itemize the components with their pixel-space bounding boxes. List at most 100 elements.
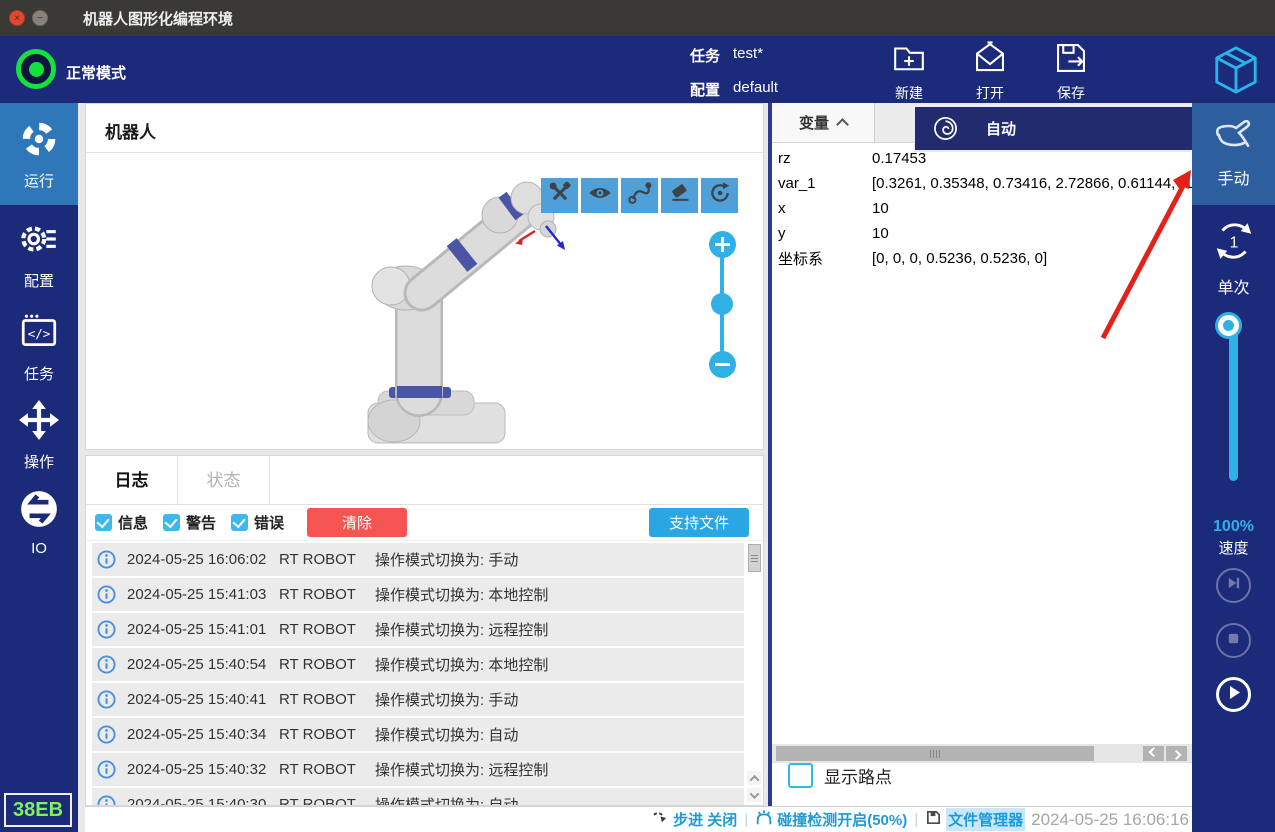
scroll-down-icon[interactable] <box>747 788 761 802</box>
mode-label: 正常模式 <box>66 62 126 83</box>
show-waypoints-label: 显示路点 <box>824 763 892 788</box>
hscrollbar-thumb[interactable] <box>776 746 1094 761</box>
app-logo-cube-icon <box>1212 45 1260 100</box>
log-time: 2024-05-25 15:41:01 <box>127 621 279 638</box>
info-checkbox-label: 信息 <box>118 512 148 533</box>
info-icon <box>97 690 116 709</box>
variable-row[interactable]: 坐标系 [0, 0, 0, 0.5236, 0.5236, 0] <box>772 246 1192 271</box>
header: 正常模式 任务 test* 配置 default 新建 <box>0 36 1275 103</box>
manual-mode-button[interactable]: 手动 <box>1192 103 1275 205</box>
close-window-icon[interactable]: × <box>9 10 25 26</box>
show-waypoints-row: 显示路点 <box>788 763 892 788</box>
tab-status[interactable]: 状态 <box>178 456 270 504</box>
tools-button[interactable] <box>541 178 578 213</box>
variables-list: rz 0.17453 var_1 [0.3261, 0.35348, 0.734… <box>772 143 1192 271</box>
sidebar-item-io[interactable]: IO <box>0 483 78 561</box>
svg-text:</>: </> <box>28 325 51 340</box>
scroll-right-icon[interactable] <box>1166 746 1187 761</box>
open-button[interactable]: 打开 <box>965 39 1015 103</box>
variable-value: [0, 0, 0, 0.5236, 0.5236, 0] <box>872 250 1047 267</box>
log-source: RT ROBOT <box>279 621 375 638</box>
eraser-icon <box>667 180 693 211</box>
log-time: 2024-05-25 15:40:34 <box>127 726 279 743</box>
new-button[interactable]: 新建 <box>884 39 934 103</box>
speed-label: 速度 <box>1192 537 1275 558</box>
speed-slider-track[interactable] <box>1229 325 1238 481</box>
log-panel: 日志 状态 信息 警告 错误 清除 支持文件 2024-05-25 16:06:… <box>85 455 764 806</box>
skip-next-icon <box>1226 575 1241 596</box>
move-arrows-icon <box>18 399 60 446</box>
task-value: test* <box>733 45 763 66</box>
info-checkbox[interactable] <box>95 514 112 531</box>
sidebar-item-task[interactable]: </> 任务 <box>0 308 78 386</box>
sidebar-item-run[interactable]: 运行 <box>0 103 78 205</box>
variable-row[interactable]: var_1 [0.3261, 0.35348, 0.73416, 2.72866… <box>772 171 1192 196</box>
io-swap-icon <box>18 488 60 535</box>
scroll-left-icon[interactable] <box>1143 746 1164 761</box>
step-status-label: 步进 关闭 <box>673 809 737 830</box>
log-row: 2024-05-25 16:06:02 RT ROBOT 操作模式切换为: 手动 <box>92 543 744 576</box>
window-title: 机器人图形化编程环境 <box>83 8 233 29</box>
zoom-in-button[interactable] <box>709 231 736 258</box>
mode-dropdown-item-auto[interactable]: 自动 <box>915 107 1192 150</box>
path-button[interactable] <box>621 178 658 213</box>
stop-button[interactable] <box>1216 623 1251 658</box>
variable-value: 10 <box>872 200 889 217</box>
eye-icon <box>587 180 613 211</box>
variables-hscrollbar[interactable] <box>772 744 1192 763</box>
variable-name: rz <box>772 150 872 167</box>
sidebar-item-operate[interactable]: 操作 <box>0 396 78 474</box>
variable-value: 0.17453 <box>872 150 926 167</box>
clear-button[interactable]: 清除 <box>307 508 407 537</box>
minimize-window-icon[interactable]: − <box>32 10 48 26</box>
step-status[interactable]: 步进 关闭 <box>652 809 737 830</box>
collision-detect-icon <box>755 809 773 831</box>
log-source: RT ROBOT <box>279 691 375 708</box>
status-timestamp: 2024-05-25 16:06:16 <box>1031 810 1189 830</box>
warning-checkbox[interactable] <box>163 514 180 531</box>
single-run-button[interactable]: 1 单次 <box>1192 216 1275 298</box>
visibility-button[interactable] <box>581 178 618 213</box>
sidebar-item-label: 任务 <box>24 363 54 384</box>
zoom-out-button[interactable] <box>709 351 736 378</box>
collision-status[interactable]: 碰撞检测开启(50%) <box>755 809 907 831</box>
play-button[interactable] <box>1216 677 1251 712</box>
support-files-button[interactable]: 支持文件 <box>649 508 749 537</box>
log-time: 2024-05-25 15:40:32 <box>127 761 279 778</box>
task-row: 任务 test* <box>690 45 763 66</box>
log-row: 2024-05-25 15:40:32 RT ROBOT 操作模式切换为: 远程… <box>92 753 744 786</box>
variable-name: x <box>772 200 872 217</box>
variable-row[interactable]: x 10 <box>772 196 1192 221</box>
step-next-button[interactable] <box>1216 568 1251 603</box>
scroll-up-icon[interactable] <box>747 771 761 785</box>
log-source: RT ROBOT <box>279 726 375 743</box>
info-icon <box>97 585 116 604</box>
log-filter-bar: 信息 警告 错误 清除 支持文件 <box>86 505 763 541</box>
robot-id-badge[interactable]: 38EB <box>4 793 72 827</box>
speed-slider-handle[interactable] <box>1218 315 1239 336</box>
file-manager-floppy-icon <box>925 809 942 830</box>
rotate-view-button[interactable] <box>701 178 738 213</box>
log-scrollbar[interactable] <box>748 544 761 802</box>
log-row: 2024-05-25 15:40:54 RT ROBOT 操作模式切换为: 本地… <box>92 648 744 681</box>
save-button[interactable]: 保存 <box>1046 39 1096 103</box>
tab-variables[interactable]: 变量 <box>772 103 875 142</box>
info-icon <box>97 655 116 674</box>
error-checkbox[interactable] <box>231 514 248 531</box>
variable-row[interactable]: y 10 <box>772 221 1192 246</box>
tools-icon <box>547 180 573 211</box>
zoom-slider-handle[interactable] <box>711 293 733 315</box>
sidebar-item-config[interactable]: 配置 <box>0 215 78 293</box>
erase-button[interactable] <box>661 178 698 213</box>
speed-value: 100% <box>1192 518 1275 536</box>
new-folder-icon <box>890 39 928 82</box>
log-message: 操作模式切换为: 本地控制 <box>375 584 548 605</box>
show-waypoints-checkbox[interactable] <box>788 763 813 788</box>
tab-log[interactable]: 日志 <box>86 456 178 504</box>
log-source: RT ROBOT <box>279 656 375 673</box>
log-scrollbar-thumb[interactable] <box>748 544 761 572</box>
log-list[interactable]: 2024-05-25 16:06:02 RT ROBOT 操作模式切换为: 手动… <box>86 541 763 805</box>
log-source: RT ROBOT <box>279 551 375 568</box>
sidebar-item-label: 运行 <box>24 170 54 191</box>
file-manager-status[interactable]: 文件管理器 <box>925 808 1025 831</box>
